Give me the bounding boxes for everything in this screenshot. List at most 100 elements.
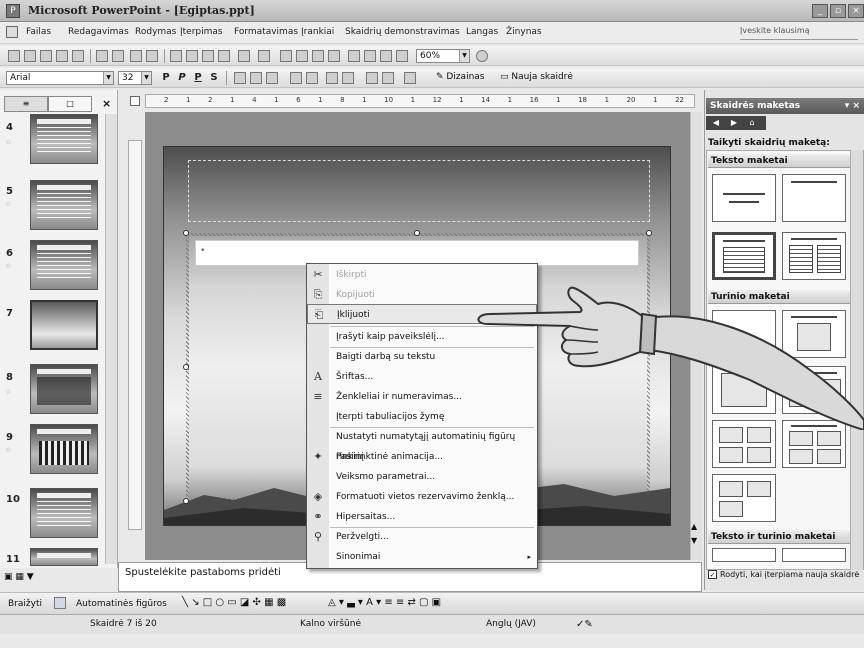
menu-irankiai[interactable]: Įrankiai [301,27,334,37]
align-right-icon[interactable] [266,72,278,84]
tab-outline[interactable]: ≡ [4,96,48,112]
show-on-insert-checkbox[interactable]: ✓ Rodyti, kai įterpiama nauja skaidrė [708,570,859,579]
close-button[interactable]: × [848,4,864,18]
color-grayscale-icon[interactable] [396,50,408,62]
font-color-icon[interactable] [404,72,416,84]
slides-pane-scrollbar[interactable] [105,114,117,564]
menu-item-hyperlink[interactable]: ⚭ Hipersaitas... [307,507,537,527]
draw-menu[interactable]: Braižyti [8,599,42,609]
slide-thumbnail[interactable] [30,488,98,538]
horizontal-ruler[interactable]: 2 1 2 1 4 1 6 1 8 1 10 1 12 1 14 1 16 1 18 1 20 1 22 [145,94,695,108]
resize-handle[interactable] [183,230,189,236]
font-select[interactable]: Arial ▼ [6,71,114,85]
tab-slides[interactable]: □ [48,96,92,112]
menu-item-action-settings[interactable]: Veiksmo parametrai... [307,467,537,487]
print-preview-icon[interactable] [112,50,124,62]
undo-icon[interactable] [238,50,250,62]
cut-icon[interactable] [170,50,182,62]
help-icon[interactable] [476,50,488,62]
menu-iterpimas[interactable]: Įterpimas [180,27,223,37]
minimize-button[interactable]: _ [812,4,828,18]
new-icon[interactable] [8,50,20,62]
print-icon[interactable] [96,50,108,62]
bold-button[interactable]: P [160,71,172,85]
paste-icon[interactable] [202,50,214,62]
title-placeholder[interactable] [188,160,650,222]
hyperlink-icon[interactable] [328,50,340,62]
drawing-tools-icons[interactable]: ╲ ↘ □ ○ ▭ ◪ ✣ ▦ ▩ [182,597,286,608]
save-icon[interactable] [40,50,52,62]
open-icon[interactable] [24,50,36,62]
grid-icon[interactable] [380,50,392,62]
fill-line-font-color-icons[interactable]: ◬ ▾ ▃ ▾ A ▾ ≡ ≡ ⇄ ▢ ▣ [328,597,441,608]
back-icon[interactable]: ◀ [708,117,724,129]
layout-title-slide[interactable] [712,174,776,222]
chevron-down-icon[interactable]: ▼ [141,72,151,84]
decrease-font-icon[interactable] [342,72,354,84]
menu-redagavimas[interactable]: Redagavimas [68,27,129,37]
menu-item-synonyms[interactable]: Sinonimai ▸ [307,547,537,567]
show-formatting-icon[interactable] [364,50,376,62]
format-painter-icon[interactable] [218,50,230,62]
slide-thumbnail[interactable] [30,114,98,164]
decrease-indent-icon[interactable] [366,72,378,84]
vertical-ruler[interactable] [128,140,142,530]
slide-thumbnail[interactable] [30,364,98,414]
menu-rodymas[interactable]: Rodymas [135,27,176,37]
menu-zinynas[interactable]: Žinynas [506,27,542,37]
menu-item-format-placeholder[interactable]: ◈ Formatuoti vietos rezervavimo ženklą..… [307,487,537,507]
help-question-box[interactable]: Įveskite klausimą [740,26,858,40]
resize-handle[interactable] [646,230,652,236]
permission-icon[interactable] [56,50,68,62]
underline-button[interactable]: P [192,71,204,85]
resize-handle[interactable] [183,498,189,504]
home-icon[interactable]: ⌂ [744,117,760,129]
document-icon[interactable] [6,26,18,38]
email-icon[interactable] [72,50,84,62]
close-pane-icon[interactable]: × [102,97,111,110]
slide-thumbnail-selected[interactable] [30,300,98,350]
increase-indent-icon[interactable] [382,72,394,84]
chevron-down-icon[interactable]: ▼ [459,50,469,62]
resize-handle[interactable] [183,364,189,370]
menu-item-set-default-autoshape[interactable]: Nustatyti numatytąjį automatinių figūrų … [307,427,537,462]
chevron-down-icon[interactable]: ▼ [103,72,113,84]
layout-text-content[interactable] [712,548,776,562]
zoom-select[interactable]: 60% ▼ [416,49,470,63]
tab-selector[interactable] [130,96,140,106]
next-slide-icon[interactable]: ▼ [691,536,697,545]
menu-skaidriu-demonstravimas[interactable]: Skaidrių demonstravimas [345,27,460,37]
insert-chart-icon[interactable] [280,50,292,62]
bullets-icon[interactable] [306,72,318,84]
align-left-icon[interactable] [234,72,246,84]
slide-thumbnail[interactable] [30,180,98,230]
insert-table-icon[interactable] [296,50,308,62]
slide-thumbnail[interactable] [30,548,98,566]
font-size-select[interactable]: 32 ▼ [118,71,152,85]
spelling-icon[interactable] [130,50,142,62]
checkbox-icon[interactable]: ✓ [708,570,717,579]
layout-title-only[interactable] [782,174,846,222]
new-slide-button[interactable]: ▭ Nauja skaidrė [500,72,573,82]
select-objects-icon[interactable] [54,597,66,609]
design-button[interactable]: ✎ Dizainas [436,72,485,82]
slide-thumbnail[interactable] [30,240,98,290]
align-center-icon[interactable] [250,72,262,84]
prev-slide-icon[interactable]: ▲ [691,522,697,531]
resize-handle[interactable] [414,230,420,236]
view-buttons[interactable]: ▣ ▦ ▼ [4,572,64,586]
layout-content-text[interactable] [782,548,846,562]
slide-thumbnail[interactable] [30,424,98,474]
menu-item-custom-animation[interactable]: ✦ Pasirinktinė animacija... [307,447,537,467]
shadow-button[interactable]: S [208,71,220,85]
task-pane-close-icon[interactable]: ▾ × [845,98,860,114]
menu-langas[interactable]: Langas [466,27,498,37]
research-icon[interactable] [146,50,158,62]
increase-font-icon[interactable] [326,72,338,84]
copy-icon[interactable] [186,50,198,62]
menu-failas[interactable]: Failas [26,27,51,37]
forward-icon[interactable]: ▶ [726,117,742,129]
menu-item-research[interactable]: ⚲ Peržvelgti... [307,527,537,547]
powerpoint-app-icon[interactable]: P [6,4,20,18]
layout-content-grid[interactable] [712,474,776,522]
